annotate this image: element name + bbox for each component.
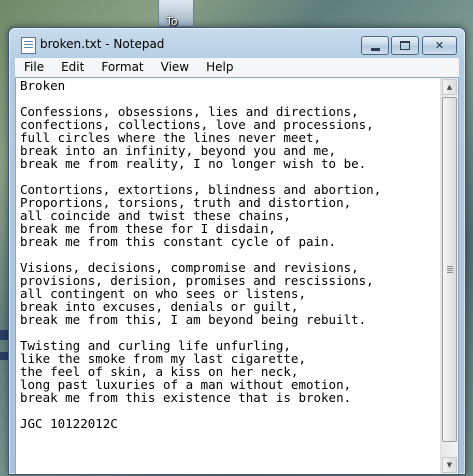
maximize-icon	[400, 41, 410, 50]
menu-edit[interactable]: Edit	[52, 58, 92, 77]
text-line: break me from reality, I no longer wish …	[20, 156, 367, 171]
scroll-thumb[interactable]	[442, 97, 457, 442]
window-title: broken.txt - Notepad	[40, 37, 165, 51]
text-line: break me from this constant cycle of pai…	[20, 234, 337, 249]
vertical-scrollbar[interactable]: ▲ ▼	[440, 78, 458, 474]
notepad-app-icon[interactable]	[21, 37, 36, 54]
menu-bar: File Edit Format View Help	[15, 58, 459, 77]
close-button[interactable]: ✕	[422, 36, 457, 55]
scroll-down-button[interactable]: ▼	[442, 457, 457, 473]
grip-icon	[447, 266, 453, 273]
scroll-up-button[interactable]: ▲	[442, 79, 457, 95]
maximize-button[interactable]	[391, 36, 419, 55]
arrow-down-icon: ▼	[446, 461, 453, 469]
partial-icon	[0, 330, 8, 340]
text-line: break me from this, I am beyond being re…	[20, 312, 367, 327]
notepad-window: broken.txt - Notepad ✕ File Edit Format …	[8, 27, 466, 475]
menu-format[interactable]: Format	[92, 58, 151, 77]
close-icon: ✕	[434, 39, 445, 52]
text-line: break me from this existence that is bro…	[20, 390, 352, 405]
editor-client: Broken Confessions, obsessions, lies and …	[15, 77, 459, 474]
minimize-icon	[370, 47, 380, 51]
title-bar[interactable]: broken.txt - Notepad ✕	[9, 28, 465, 58]
menu-file[interactable]: File	[15, 58, 52, 77]
text-editor[interactable]: Broken Confessions, obsessions, lies and …	[16, 78, 441, 474]
text-line: JGC 10122012C	[20, 416, 118, 431]
partial-desktop-icons	[0, 300, 8, 380]
text-line: Broken	[20, 78, 66, 93]
menu-help[interactable]: Help	[197, 58, 241, 77]
menu-view[interactable]: View	[152, 58, 197, 77]
arrow-up-icon: ▲	[446, 83, 453, 91]
partial-icon	[0, 352, 8, 360]
minimize-button[interactable]	[361, 36, 389, 55]
